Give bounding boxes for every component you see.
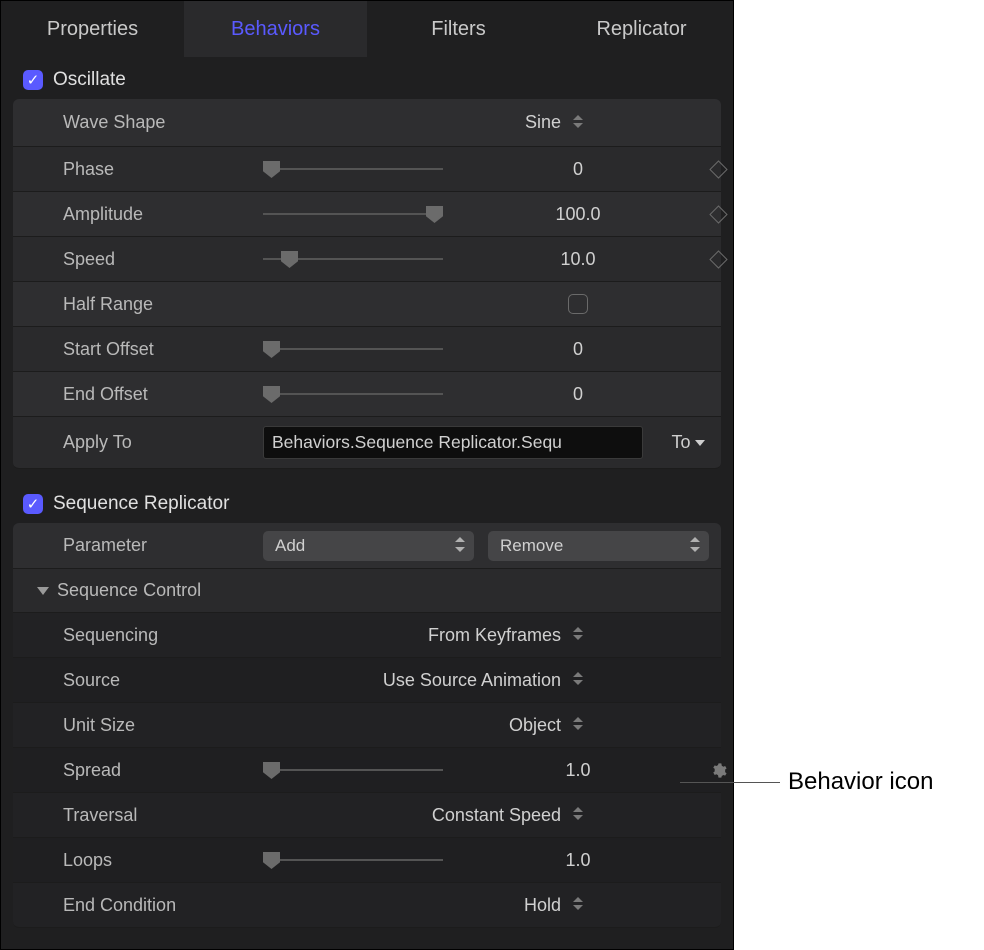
spread-label: Spread [63,760,263,781]
half-range-label: Half Range [63,294,263,315]
disclosure-triangle-icon[interactable] [37,587,49,595]
oscillate-header: ✓ Oscillate [1,59,733,99]
unit-size-row: Unit Size Object [13,703,721,748]
tab-behaviors[interactable]: Behaviors [184,1,367,59]
annotation-callout: Behavior icon [680,768,933,796]
sequence-replicator-enable-checkbox[interactable]: ✓ [23,494,43,514]
inspector-panel: Properties Behaviors Filters Replicator … [0,0,734,950]
sequencing-label: Sequencing [63,625,263,646]
source-row: Source Use Source Animation [13,658,721,703]
tab-replicator[interactable]: Replicator [550,1,733,59]
end-condition-row: End Condition Hold [13,883,721,928]
sequencing-row: Sequencing From Keyframes [13,613,721,658]
oscillate-enable-checkbox[interactable]: ✓ [23,70,43,90]
unit-size-popup[interactable]: Object [263,715,683,736]
spread-value[interactable]: 1.0 [473,760,683,781]
source-label: Source [63,670,263,691]
parameter-row: Parameter Add Remove [13,523,721,569]
apply-to-menu[interactable]: To [643,432,733,453]
unit-size-label: Unit Size [63,715,263,736]
apply-to-field[interactable]: Behaviors.Sequence Replicator.Sequ [263,426,643,459]
loops-slider[interactable] [263,850,443,870]
end-offset-slider[interactable] [263,384,443,404]
sequencing-popup[interactable]: From Keyframes [263,625,683,646]
updown-icon [454,539,466,553]
loops-label: Loops [63,850,263,871]
parameter-label: Parameter [63,535,263,556]
amplitude-label: Amplitude [63,204,263,225]
keyframe-icon[interactable] [709,250,727,268]
sequence-replicator-title: Sequence Replicator [53,493,229,515]
speed-row: Speed 10.0 [13,237,721,282]
end-condition-popup[interactable]: Hold [263,895,683,916]
speed-value[interactable]: 10.0 [473,249,683,270]
tab-properties[interactable]: Properties [1,1,184,59]
speed-label: Speed [63,249,263,270]
apply-to-label: Apply To [63,432,263,453]
loops-row: Loops 1.0 [13,838,721,883]
wave-shape-row: Wave Shape Sine [13,99,721,147]
spread-slider[interactable] [263,760,443,780]
keyframe-icon[interactable] [709,205,727,223]
phase-label: Phase [63,159,263,180]
inspector-tabs: Properties Behaviors Filters Replicator [1,1,733,59]
parameter-add-select[interactable]: Add [263,531,474,561]
start-offset-label: Start Offset [63,339,263,360]
updown-icon [689,539,701,553]
amplitude-value[interactable]: 100.0 [473,204,683,225]
amplitude-row: Amplitude 100.0 [13,192,721,237]
apply-to-row: Apply To Behaviors.Sequence Replicator.S… [13,417,721,469]
end-condition-label: End Condition [63,895,263,916]
half-range-checkbox[interactable] [568,294,588,314]
end-offset-value[interactable]: 0 [473,384,683,405]
sequence-replicator-header: ✓ Sequence Replicator [1,483,733,523]
spread-row: Spread 1.0 [13,748,721,793]
loops-value[interactable]: 1.0 [473,850,683,871]
parameter-remove-select[interactable]: Remove [488,531,709,561]
speed-slider[interactable] [263,249,443,269]
keyframe-icon[interactable] [709,160,727,178]
end-offset-row: End Offset 0 [13,372,721,417]
amplitude-slider[interactable] [263,204,443,224]
traversal-label: Traversal [63,805,263,826]
wave-shape-label: Wave Shape [63,112,263,133]
oscillate-title: Oscillate [53,69,126,91]
sequence-control-label: Sequence Control [57,580,201,601]
phase-slider[interactable] [263,159,443,179]
end-offset-label: End Offset [63,384,263,405]
sequence-control-row[interactable]: Sequence Control [13,569,721,613]
traversal-row: Traversal Constant Speed [13,793,721,838]
source-popup[interactable]: Use Source Animation [263,670,683,691]
chevron-down-icon [695,440,705,446]
half-range-row: Half Range [13,282,721,327]
wave-shape-popup[interactable]: Sine [263,112,683,133]
annotation-text: Behavior icon [788,768,933,796]
tab-filters[interactable]: Filters [367,1,550,59]
traversal-popup[interactable]: Constant Speed [263,805,683,826]
start-offset-value[interactable]: 0 [473,339,683,360]
phase-value[interactable]: 0 [473,159,683,180]
start-offset-slider[interactable] [263,339,443,359]
phase-row: Phase 0 [13,147,721,192]
start-offset-row: Start Offset 0 [13,327,721,372]
annotation-line [680,782,780,783]
